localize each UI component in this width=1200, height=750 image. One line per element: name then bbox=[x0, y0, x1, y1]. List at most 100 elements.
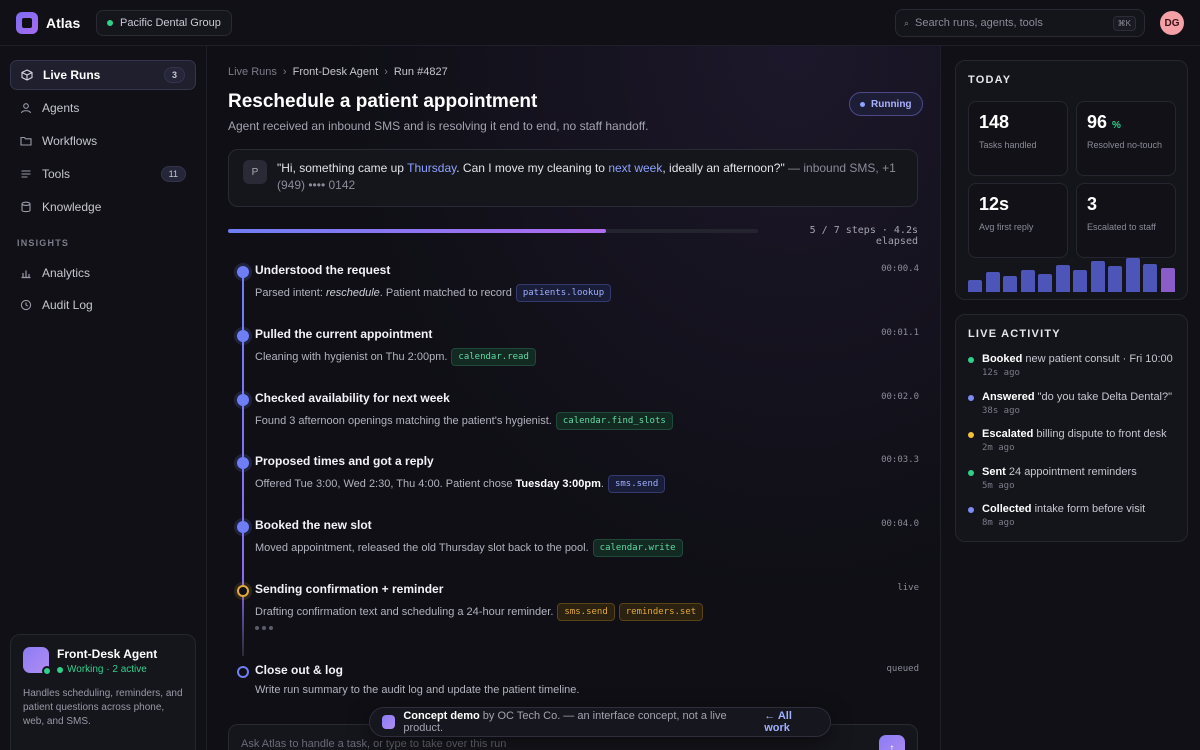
activity-bar bbox=[1073, 270, 1088, 292]
step-title: Proposed times and got a reply bbox=[255, 454, 434, 468]
live-runs-count: 3 bbox=[163, 67, 185, 83]
composer-input[interactable] bbox=[241, 738, 905, 750]
step-title: Pulled the current appointment bbox=[255, 327, 433, 341]
activity-bar bbox=[1003, 275, 1018, 292]
status-dot bbox=[860, 101, 865, 107]
sidebar-item-label: Knowledge bbox=[42, 200, 102, 214]
clock-icon bbox=[20, 299, 32, 311]
search-input[interactable] bbox=[915, 17, 1107, 29]
stat-label: Avg first reply bbox=[979, 222, 1034, 232]
activity-bar bbox=[1090, 261, 1105, 292]
stat-label: Resolved no-touch bbox=[1087, 140, 1163, 150]
activity-dot bbox=[968, 357, 974, 363]
tool-chip[interactable]: sms.send bbox=[557, 603, 615, 621]
typing-indicator bbox=[255, 626, 273, 630]
sidebar-item-agents[interactable]: Agents bbox=[10, 93, 196, 123]
arrow-up-icon: ↑ bbox=[889, 741, 895, 750]
today-panel: TODAY 148 Tasks handled 96 % Resolved no… bbox=[955, 60, 1188, 300]
step-status-dot bbox=[237, 266, 249, 278]
step-description: Offered Tue 3:00, Wed 2:30, Thu 4:00. Pa… bbox=[255, 475, 666, 493]
chevron-right-icon: › bbox=[282, 66, 287, 78]
step-status-dot bbox=[237, 585, 249, 597]
step-status-dot bbox=[237, 457, 249, 469]
page-title: Reschedule a patient appointment bbox=[228, 91, 538, 112]
inbound-message: P "Hi, something came up Thursday. Can I… bbox=[228, 149, 918, 207]
stat-label: Escalated to staff bbox=[1087, 222, 1156, 232]
tool-chip[interactable]: reminders.set bbox=[618, 603, 704, 621]
step-description: Parsed intent: reschedule. Patient match… bbox=[255, 284, 612, 302]
sidebar-item-live-runs[interactable]: Live Runs 3 bbox=[10, 60, 196, 90]
user-avatar[interactable]: DG bbox=[1160, 11, 1184, 35]
step-time: 00:03.3 bbox=[881, 455, 919, 465]
sidebar-item-workflows[interactable]: Workflows bbox=[10, 126, 196, 156]
step-description: Moved appointment, released the old Thur… bbox=[255, 539, 683, 557]
stat-value: 3 bbox=[1087, 194, 1098, 214]
step-title: Sending confirmation + reminder bbox=[255, 582, 444, 596]
page-subtitle: Agent received an inbound SMS and is res… bbox=[228, 119, 649, 133]
sidebar-item-label: Workflows bbox=[42, 134, 98, 148]
stat-resolved-no-touch: 96 % Resolved no-touch bbox=[1076, 101, 1176, 176]
activity-time: 5m ago bbox=[982, 480, 1015, 491]
activity-dot bbox=[968, 394, 974, 401]
step-description: Cleaning with hygienist on Thu 2:00pm. ca… bbox=[255, 348, 536, 366]
sidebar-item-label: Analytics bbox=[42, 266, 91, 280]
tools-count: 11 bbox=[160, 166, 186, 182]
step-time: live bbox=[897, 583, 919, 593]
tool-chip[interactable]: patients.lookup bbox=[515, 284, 612, 302]
sidebar-item-analytics[interactable]: Analytics bbox=[10, 258, 196, 288]
step-title: Understood the request bbox=[255, 263, 391, 277]
stat-tasks-handled: 148 Tasks handled bbox=[968, 101, 1068, 176]
activity-text: Answered "do you take Delta Dental?" bbox=[982, 390, 1173, 403]
agent-status-dot bbox=[42, 666, 52, 676]
sidebar-item-label: Tools bbox=[42, 167, 71, 181]
stat-value: 148 bbox=[979, 112, 1010, 132]
breadcrumb: Live Runs › Front-Desk Agent › Run #4827 bbox=[228, 66, 448, 78]
sidebar-item-knowledge[interactable]: Knowledge bbox=[10, 192, 196, 222]
step-description: Drafting confirmation text and schedulin… bbox=[255, 603, 704, 621]
step-title: Close out & log bbox=[255, 663, 343, 677]
right-panel: TODAY 148 Tasks handled 96 % Resolved no… bbox=[940, 46, 1200, 750]
run-progress-fill bbox=[228, 229, 607, 233]
demo-banner-bold: Concept demo bbox=[403, 710, 480, 722]
agent-status-text: Working · 2 active bbox=[67, 664, 147, 675]
list-icon bbox=[20, 168, 32, 180]
cube-icon bbox=[21, 69, 33, 81]
org-switcher[interactable]: Pacific Dental Group bbox=[96, 10, 232, 36]
agent-status: Working · 2 active bbox=[57, 664, 157, 675]
all-work-link[interactable]: ← All work bbox=[764, 710, 818, 734]
tool-chip[interactable]: calendar.find_slots bbox=[555, 412, 673, 430]
app-name: Atlas bbox=[46, 15, 81, 31]
send-button[interactable]: ↑ bbox=[879, 735, 905, 750]
run-progress-bar bbox=[228, 229, 758, 233]
step-time: 00:00.4 bbox=[881, 264, 919, 274]
search-icon: ⌕ bbox=[904, 17, 910, 28]
agent-description: Handles scheduling, reminders, and patie… bbox=[23, 688, 183, 727]
tool-chip[interactable]: calendar.read bbox=[451, 348, 536, 366]
activity-text: Sent 24 appointment reminders bbox=[982, 465, 1137, 478]
sidebar-item-audit-log[interactable]: Audit Log bbox=[10, 290, 196, 320]
activity-bar bbox=[1020, 269, 1035, 292]
tool-chip[interactable]: sms.send bbox=[607, 475, 666, 493]
step-time: 00:04.0 bbox=[881, 519, 919, 529]
step-status-dot bbox=[237, 666, 249, 678]
stat-value: 96 % bbox=[1087, 112, 1121, 132]
app-logo[interactable]: Atlas bbox=[16, 12, 80, 34]
sidebar-item-tools[interactable]: Tools 11 bbox=[10, 159, 196, 189]
breadcrumb-agent[interactable]: Front-Desk Agent bbox=[293, 66, 379, 78]
activity-bar bbox=[1161, 267, 1175, 292]
run-progress-text: 5 / 7 steps · 4.2s elapsed bbox=[809, 225, 918, 247]
agent-card[interactable]: Front-Desk Agent Working · 2 active Hand… bbox=[10, 634, 196, 750]
activity-text: Collected intake form before visit bbox=[982, 503, 1146, 515]
activity-bar bbox=[985, 272, 1000, 292]
step-title: Booked the new slot bbox=[255, 518, 372, 532]
activity-bar bbox=[1143, 263, 1158, 292]
search-box[interactable]: ⌕ ⌘K bbox=[895, 9, 1145, 37]
step-status-dot bbox=[237, 394, 249, 406]
database-icon bbox=[20, 201, 32, 213]
breadcrumb-live-runs[interactable]: Live Runs bbox=[228, 66, 277, 78]
step-status-dot bbox=[237, 521, 249, 533]
activity-time: 2m ago bbox=[982, 443, 1015, 453]
message-text: "Hi, something came up Thursday. Can I m… bbox=[277, 161, 896, 192]
tool-chip[interactable]: calendar.write bbox=[592, 539, 683, 557]
search-shortcut: ⌘K bbox=[1112, 15, 1136, 31]
